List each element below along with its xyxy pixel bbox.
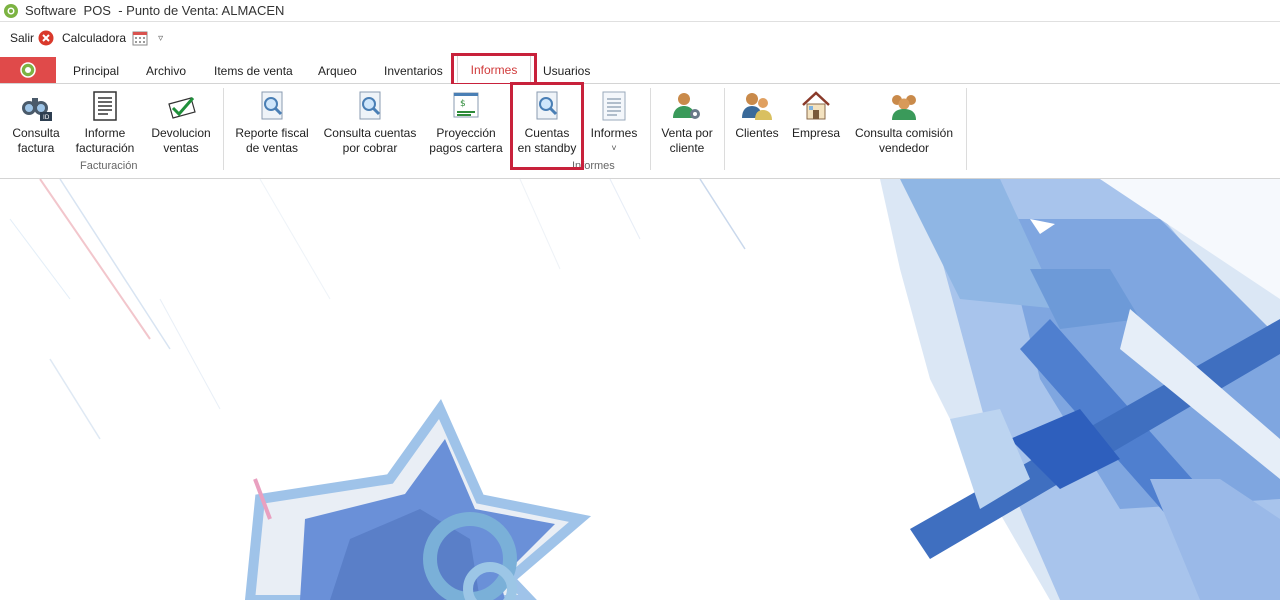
money-chart-icon: $ bbox=[453, 92, 479, 118]
tab-arqueo[interactable]: Arqueo bbox=[318, 55, 357, 83]
file-tab[interactable] bbox=[0, 57, 56, 83]
users-icon bbox=[742, 93, 772, 120]
workspace-background bbox=[0, 179, 1280, 600]
title-bar: Software POS - Punto de Venta: ALMACEN bbox=[0, 0, 1280, 22]
button-label-line2: por cobrar bbox=[342, 141, 398, 155]
button-label-line1: Reporte fiscal bbox=[235, 126, 309, 140]
proyeccion-pagos-button[interactable]: $ Proyección pagos cartera bbox=[428, 90, 504, 156]
group-label-facturacion: Facturación bbox=[80, 160, 138, 172]
button-label-line2: cliente bbox=[669, 141, 705, 155]
magnifier-document-icon bbox=[536, 91, 558, 120]
window-title: Software POS - Punto de Venta: ALMACEN bbox=[25, 3, 285, 18]
chevron-down-icon: ˅ bbox=[611, 143, 617, 153]
quick-access-toolbar: Salir Calculadora ▿ bbox=[0, 24, 1280, 52]
group-separator bbox=[966, 88, 967, 170]
house-icon bbox=[802, 91, 830, 120]
venta-cliente-button[interactable]: Venta por cliente bbox=[658, 90, 716, 156]
button-label-line1: Empresa bbox=[791, 126, 841, 140]
button-label-line1: Devolucion bbox=[151, 126, 211, 140]
tab-label: Usuarios bbox=[543, 64, 591, 78]
calculator-label: Calculadora bbox=[62, 31, 127, 45]
consulta-factura-button[interactable]: ID Consulta factura bbox=[8, 90, 64, 156]
background-artwork-image bbox=[9, 179, 1280, 600]
calendar-icon bbox=[132, 31, 148, 46]
tab-label: Archivo bbox=[146, 64, 187, 78]
reporte-fiscal-button[interactable]: Reporte fiscal de ventas bbox=[232, 90, 312, 156]
user-gear-icon bbox=[673, 93, 700, 119]
customize-toolbar-dropdown[interactable]: ▿ bbox=[158, 33, 163, 44]
magnifier-document-icon bbox=[359, 91, 381, 120]
team-icon bbox=[892, 95, 916, 120]
button-label-line2: pagos cartera bbox=[429, 141, 503, 155]
cuentas-standby-button[interactable]: Cuentas en standby bbox=[514, 90, 580, 156]
tab-label: Principal bbox=[73, 64, 120, 78]
tab-items-de-venta[interactable]: Items de venta bbox=[214, 55, 293, 83]
tab-inventarios[interactable]: Inventarios bbox=[384, 55, 443, 83]
checklist-icon bbox=[168, 97, 196, 119]
button-label-line2: de ventas bbox=[245, 141, 299, 155]
report-document-icon bbox=[93, 91, 117, 121]
button-label-line1: Consulta bbox=[12, 126, 60, 140]
tab-label: Arqueo bbox=[318, 64, 357, 78]
magnifier-document-icon bbox=[261, 91, 283, 120]
calculator-button[interactable]: Calculadora bbox=[62, 30, 148, 46]
button-label-line1: Proyección bbox=[436, 126, 496, 140]
button-label-line2: facturación bbox=[75, 141, 135, 155]
group-separator bbox=[223, 88, 224, 170]
svg-text:$: $ bbox=[460, 99, 466, 109]
svg-text:ID: ID bbox=[43, 114, 50, 121]
button-label-line1: Informes bbox=[590, 126, 638, 140]
exit-button[interactable]: Salir bbox=[10, 30, 54, 46]
button-label-line1: Clientes bbox=[735, 126, 779, 140]
exit-label: Salir bbox=[10, 31, 35, 45]
informes-dropdown-button[interactable]: Informes ˅ bbox=[588, 90, 640, 156]
button-label-line2: ventas bbox=[163, 141, 199, 155]
button-label-line1: Consulta cuentas bbox=[323, 126, 417, 140]
group-separator bbox=[724, 88, 725, 170]
ribbon-tabs: Principal Archivo Items de venta Arqueo … bbox=[0, 55, 1280, 84]
button-label-line1: Cuentas bbox=[524, 126, 570, 140]
tab-informes[interactable]: Informes bbox=[457, 55, 531, 83]
tab-usuarios[interactable]: Usuarios bbox=[543, 55, 590, 83]
tab-label: Inventarios bbox=[384, 64, 443, 78]
consulta-comision-button[interactable]: Consulta comisión vendedor bbox=[852, 90, 956, 156]
app-logo-icon bbox=[4, 3, 18, 18]
app-menu-icon bbox=[20, 62, 36, 78]
consulta-cuentas-button[interactable]: Consulta cuentas por cobrar bbox=[320, 90, 420, 156]
informe-facturacion-button[interactable]: Informe facturación bbox=[72, 90, 138, 156]
group-label-informes: Informes bbox=[572, 160, 615, 172]
clientes-button[interactable]: Clientes bbox=[733, 90, 781, 141]
tab-label: Items de venta bbox=[214, 64, 293, 78]
tab-archivo[interactable]: Archivo bbox=[146, 55, 186, 83]
close-circle-icon bbox=[38, 30, 54, 46]
ribbon-panel: ID Consulta factura Informe facturación … bbox=[0, 84, 1280, 179]
empresa-button[interactable]: Empresa bbox=[790, 90, 842, 141]
group-separator bbox=[650, 88, 651, 170]
binoculars-icon: ID bbox=[22, 98, 52, 121]
tab-label: Informes bbox=[470, 63, 518, 77]
tab-principal[interactable]: Principal bbox=[73, 55, 119, 83]
button-label-line1: Venta por bbox=[661, 126, 713, 140]
devolucion-ventas-button[interactable]: Devolucion ventas bbox=[148, 90, 214, 156]
button-label-line2: vendedor bbox=[878, 141, 930, 155]
button-label-line2: factura bbox=[17, 141, 55, 155]
button-label-line2: en standby bbox=[517, 141, 577, 155]
button-label-line1: Informe bbox=[84, 126, 126, 140]
list-document-icon bbox=[602, 91, 626, 121]
button-label-line1: Consulta comisión bbox=[854, 126, 954, 140]
